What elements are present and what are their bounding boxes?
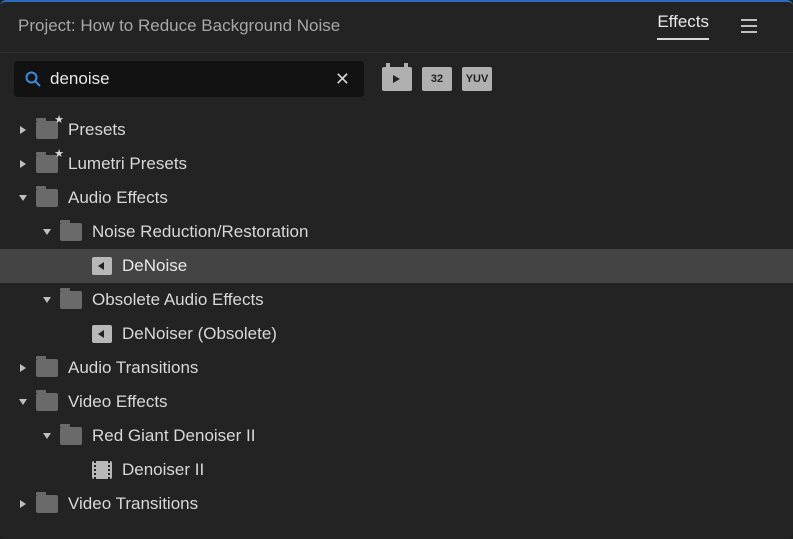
folder-label: Video Effects [68, 392, 168, 412]
folder-label: Video Transitions [68, 494, 198, 514]
effects-tree: Presets Lumetri Presets Audio Effects No… [0, 105, 793, 529]
folder-starred-icon [36, 155, 58, 173]
tree-folder-audio-transitions[interactable]: Audio Transitions [0, 351, 793, 385]
search-row: ✕ 32 YUV [0, 53, 793, 105]
folder-icon [60, 427, 82, 445]
folder-icon [36, 189, 58, 207]
chevron-right-icon [14, 125, 32, 135]
effects-panel: Project: How to Reduce Background Noise … [0, 0, 793, 539]
tree-folder-obsolete-audio[interactable]: Obsolete Audio Effects [0, 283, 793, 317]
chevron-down-icon [14, 397, 32, 407]
chevron-right-icon [14, 159, 32, 169]
audio-effect-icon [92, 257, 112, 275]
folder-icon [36, 495, 58, 513]
search-input[interactable] [42, 67, 331, 91]
fx-badge-32-icon[interactable]: 32 [422, 67, 452, 91]
tab-project[interactable]: Project: How to Reduce Background Noise [18, 16, 340, 36]
chevron-down-icon [14, 193, 32, 203]
tree-folder-video-effects[interactable]: Video Effects [0, 385, 793, 419]
chevron-right-icon [14, 363, 32, 373]
effect-label: Denoiser II [122, 460, 204, 480]
folder-icon [60, 291, 82, 309]
tree-folder-noise-reduction[interactable]: Noise Reduction/Restoration [0, 215, 793, 249]
folder-label: Obsolete Audio Effects [92, 290, 264, 310]
search-box: ✕ [14, 61, 364, 97]
video-effect-icon [92, 461, 112, 479]
new-bin-icon[interactable] [382, 67, 412, 91]
search-icon [24, 70, 42, 88]
tree-effect-denoise[interactable]: DeNoise [0, 249, 793, 283]
tree-folder-lumetri-presets[interactable]: Lumetri Presets [0, 147, 793, 181]
chevron-right-icon [14, 499, 32, 509]
tree-effect-denoiser-obsolete[interactable]: DeNoiser (Obsolete) [0, 317, 793, 351]
effect-label: DeNoise [122, 256, 187, 276]
tree-folder-video-transitions[interactable]: Video Transitions [0, 487, 793, 521]
tree-folder-audio-effects[interactable]: Audio Effects [0, 181, 793, 215]
tab-bar: Project: How to Reduce Background Noise … [0, 2, 793, 53]
folder-label: Audio Effects [68, 188, 168, 208]
chevron-down-icon [38, 431, 56, 441]
tree-folder-presets[interactable]: Presets [0, 113, 793, 147]
folder-icon [36, 359, 58, 377]
folder-label: Presets [68, 120, 126, 140]
folder-icon [36, 393, 58, 411]
effect-label: DeNoiser (Obsolete) [122, 324, 277, 344]
clear-search-icon[interactable]: ✕ [331, 69, 354, 90]
tree-folder-red-giant[interactable]: Red Giant Denoiser II [0, 419, 793, 453]
folder-label: Noise Reduction/Restoration [92, 222, 308, 242]
folder-label: Audio Transitions [68, 358, 198, 378]
tab-effects[interactable]: Effects [657, 12, 709, 40]
fx-badge-yuv-icon[interactable]: YUV [462, 67, 492, 91]
toolbar-icons: 32 YUV [382, 67, 492, 91]
folder-label: Red Giant Denoiser II [92, 426, 255, 446]
folder-label: Lumetri Presets [68, 154, 187, 174]
folder-starred-icon [36, 121, 58, 139]
panel-menu-icon[interactable] [741, 19, 757, 33]
tree-effect-denoiser-ii[interactable]: Denoiser II [0, 453, 793, 487]
folder-icon [60, 223, 82, 241]
audio-effect-icon [92, 325, 112, 343]
chevron-down-icon [38, 295, 56, 305]
chevron-down-icon [38, 227, 56, 237]
